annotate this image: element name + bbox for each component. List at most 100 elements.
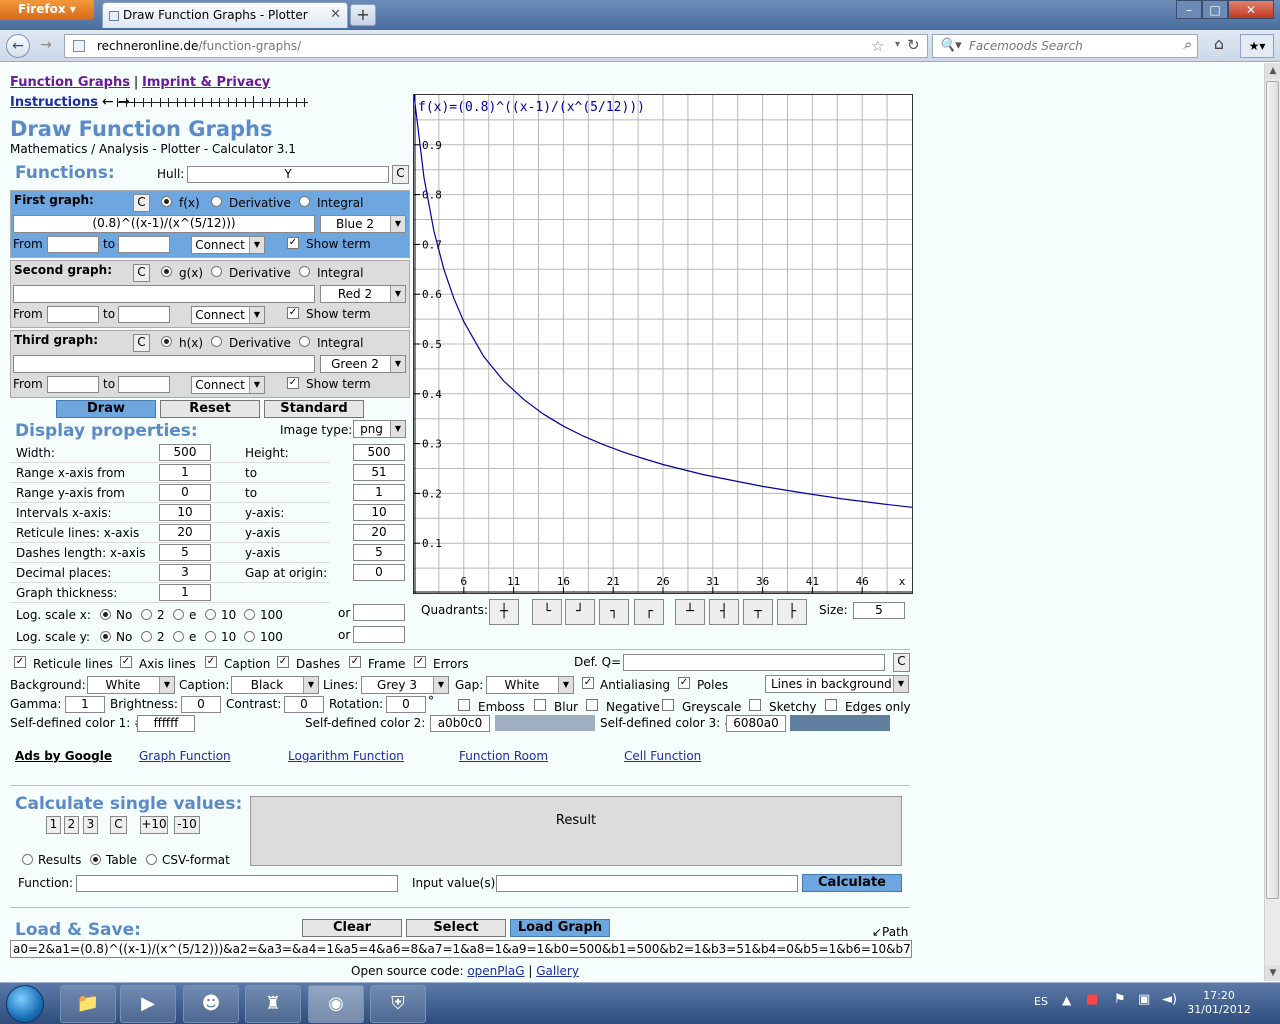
security-tray-icon[interactable]: ■ [1086,992,1098,1007]
search-engine-icon[interactable]: 🔍▾ [939,38,962,53]
graph-mode-radio[interactable] [161,266,172,277]
site-identity-icon[interactable] [73,40,85,52]
graph-mode-radio[interactable] [299,266,310,277]
scroll-down-icon[interactable]: ▼ [1265,965,1280,981]
tray-expand-icon[interactable]: ▲ [1062,993,1071,1007]
calc-key-button[interactable]: 3 [83,816,98,834]
media-player-icon[interactable]: ▶ [120,985,176,1023]
language-indicator[interactable]: ES [1034,995,1048,1008]
option-checkbox[interactable]: ✓ [414,656,426,668]
graph-from-input[interactable] [47,236,99,253]
display-property-input[interactable]: 5 [159,544,211,561]
effect-checkbox[interactable] [586,699,598,711]
effect-checkbox[interactable] [662,699,674,711]
load-save-textarea[interactable]: a0=2&a1=(0.8)^((x-1)/(x^(5/12)))&a2=&a3=… [10,940,912,958]
output-mode-radio[interactable] [90,854,101,865]
calc-key-button[interactable]: 2 [64,816,79,834]
minimize-button[interactable]: – [1176,0,1202,19]
caption-color-select[interactable]: Black ▼ [231,676,319,694]
display-property-input[interactable]: 0 [353,564,405,581]
gamma-input[interactable]: 1 [65,696,105,713]
display-property-input[interactable]: 10 [159,504,211,521]
graph-clear-button[interactable]: C [133,264,150,282]
quadrant-button[interactable]: ├ [777,599,807,625]
function-input[interactable] [76,875,398,892]
start-button[interactable] [6,985,44,1023]
graph-mode-radio[interactable] [161,336,172,347]
address-bar[interactable]: rechneronline.de/function-graphs/ ☆ ▾ ↻ [64,34,928,58]
quadrant-button[interactable]: ┐ [599,599,629,625]
firefox-taskbar-icon[interactable]: ◉ [308,985,364,1023]
forward-button[interactable]: → [34,34,58,58]
option-checkbox[interactable]: ✓ [205,656,217,668]
graph-mode-radio[interactable] [161,196,172,207]
clock[interactable]: 17:20 31/01/2012 [1184,989,1254,1017]
history-dropdown-icon[interactable]: ▾ [895,39,900,50]
imprint-link[interactable]: Imprint & Privacy [142,75,270,90]
flag-tray-icon[interactable]: ⚑ [1114,992,1126,1007]
rotation-input[interactable]: 0 [386,696,426,713]
contrast-input[interactable]: 0 [284,696,324,713]
brightness-input[interactable]: 0 [181,696,221,713]
display-property-input[interactable]: 500 [353,444,405,461]
quadrant-button[interactable]: ┴ [675,599,705,625]
instructions-link[interactable]: Instructions [10,95,98,110]
graph-expression-input[interactable] [13,285,315,303]
ad-link[interactable]: Function Room [459,749,548,763]
effect-checkbox[interactable] [534,699,546,711]
poles-checkbox[interactable]: ✓ [678,677,690,689]
gallery-link[interactable]: Gallery [536,964,579,978]
calc-key-button[interactable]: -10 [174,816,200,834]
graph-expression-input[interactable] [13,355,315,373]
color3-input[interactable]: 6080a0 [726,715,786,732]
show-term-checkbox[interactable]: ✓ [287,237,299,249]
graph-color-select[interactable]: Red 2 ▼ [320,285,406,303]
log-scale-radio[interactable] [141,631,152,642]
draw-button[interactable]: Draw [56,400,156,418]
quadrant-button[interactable]: └ [532,599,562,625]
calculate-button[interactable]: Calculate [802,874,902,892]
quadrant-button[interactable]: ┘ [565,599,595,625]
graph-mode-radio[interactable] [211,336,222,347]
load-graph-button[interactable]: Load Graph [510,919,610,937]
select-button[interactable]: Select [406,919,506,937]
app-icon[interactable]: ♜ [245,985,301,1023]
output-mode-radio[interactable] [22,854,33,865]
calc-key-button[interactable]: +10 [140,816,168,834]
log-scale-radio[interactable] [141,609,152,620]
graph-mode-radio[interactable] [211,196,222,207]
def-q-clear-button[interactable]: C [893,653,910,672]
effect-checkbox[interactable] [458,699,470,711]
scroll-up-icon[interactable]: ▲ [1265,63,1280,79]
color1-input[interactable]: ffffff [137,715,195,732]
effect-checkbox[interactable] [825,699,837,711]
function-graphs-link[interactable]: Function Graphs [10,75,130,90]
log-y-custom-input[interactable] [353,626,405,643]
graph-mode-radio[interactable] [299,336,310,347]
explorer-icon[interactable]: 📁 [60,985,116,1023]
bookmark-star-icon[interactable]: ☆ [871,37,884,55]
display-property-input[interactable]: 1 [159,464,211,481]
input-values-input[interactable] [496,875,798,892]
display-property-input[interactable]: 0 [159,484,211,501]
display-property-input[interactable]: 3 [159,564,211,581]
browser-tab[interactable]: Draw Function Graphs - Plotter ✕ [102,2,348,28]
output-mode-radio[interactable] [146,854,157,865]
def-q-input[interactable] [623,654,885,671]
path-link[interactable]: ↙Path [872,925,908,939]
standard-button[interactable]: Standard [264,400,364,418]
display-property-input[interactable]: 51 [353,464,405,481]
hull-input[interactable]: Y [187,166,389,183]
quadrant-button[interactable]: ┼ [489,599,519,625]
close-window-button[interactable]: ✕ [1228,0,1274,19]
calc-key-button[interactable]: 1 [46,816,61,834]
volume-tray-icon[interactable]: ◄) [1162,992,1177,1007]
display-property-input[interactable]: 10 [353,504,405,521]
gap-color-select[interactable]: White ▼ [486,676,574,694]
graph-connect-select[interactable]: Connect ▼ [191,236,265,254]
option-checkbox[interactable]: ✓ [120,656,132,668]
ad-link[interactable]: Cell Function [624,749,701,763]
game-icon[interactable]: ☻ [183,985,239,1023]
graph-mode-radio[interactable] [211,266,222,277]
display-property-input[interactable]: 20 [159,524,211,541]
